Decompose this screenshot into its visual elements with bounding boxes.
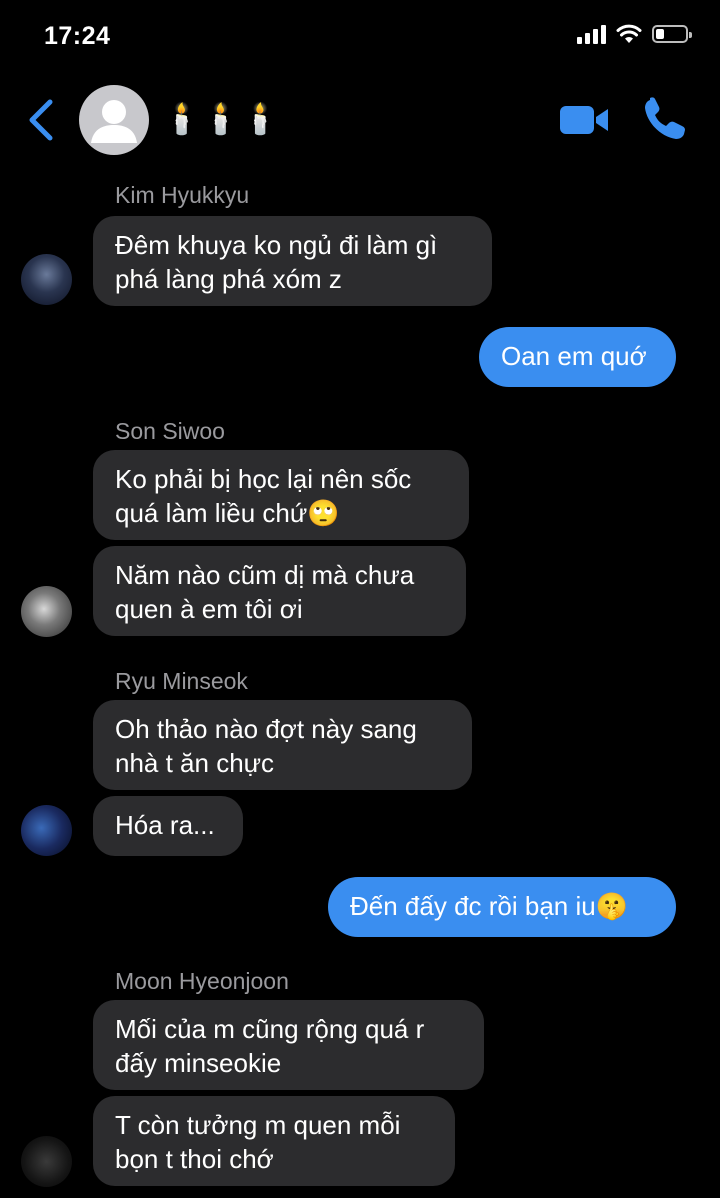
message-bubble[interactable]: Đến đấy đc rồi bạn iu🤫: [328, 877, 676, 937]
battery-icon: [652, 25, 692, 43]
message-line: phá làng phá xóm z: [115, 264, 342, 294]
avatar[interactable]: [21, 586, 72, 637]
wifi-icon: [616, 24, 642, 43]
message-line: Đêm khuya ko ngủ đi làm gì: [115, 230, 438, 260]
message-line: bọn t thoi chớ: [115, 1144, 274, 1174]
chat-header: 🕯️🕯️🕯️: [0, 72, 720, 168]
battery-level: [656, 29, 665, 39]
group-avatar[interactable]: [79, 85, 149, 155]
message-bubble[interactable]: Oan em quớ: [479, 327, 676, 387]
message-line: T còn tưởng m quen mỗi: [115, 1110, 401, 1140]
message-bubble[interactable]: Hóa ra...: [93, 796, 243, 856]
status-icons: [577, 24, 692, 44]
sender-name: Moon Hyeonjoon: [115, 968, 289, 994]
avatar[interactable]: [21, 254, 72, 305]
message-line: Hóa ra...: [115, 810, 215, 840]
avatar[interactable]: [21, 1136, 72, 1187]
sender-name: Ryu Minseok: [115, 668, 248, 694]
message-line: nhà t ăn chực: [115, 748, 275, 778]
signal-icon: [577, 24, 606, 44]
message-line: Oan em quớ: [501, 341, 647, 371]
status-time: 17:24: [44, 22, 111, 50]
avatar[interactable]: [21, 805, 72, 856]
message-bubble[interactable]: Oh thảo nào đợt này sang nhà t ăn chực: [93, 700, 472, 790]
chat-title[interactable]: 🕯️🕯️🕯️: [163, 102, 281, 137]
sender-name: Son Siwoo: [115, 418, 225, 444]
message-line: Đến đấy đc rồi bạn iu🤫: [350, 891, 629, 921]
phone-icon[interactable]: [642, 96, 688, 142]
message-line: Năm nào cũm dị mà chưa: [115, 560, 415, 590]
status-bar: 17:24: [0, 0, 720, 72]
chevron-left-icon[interactable]: [24, 96, 58, 144]
message-line: Mối của m cũng rộng quá r: [115, 1014, 425, 1044]
message-line: quá làm liều chứ🙄: [115, 498, 340, 528]
message-bubble[interactable]: Ko phải bị học lại nên sốc quá làm liều …: [93, 450, 469, 540]
message-line: đấy minseokie: [115, 1048, 282, 1078]
message-line: Oh thảo nào đợt này sang: [115, 714, 417, 744]
message-bubble[interactable]: Năm nào cũm dị mà chưa quen à em tôi ơi: [93, 546, 466, 636]
person-icon: [91, 100, 137, 143]
message-line: Ko phải bị học lại nên sốc: [115, 464, 412, 494]
message-line: quen à em tôi ơi: [115, 594, 303, 624]
message-bubble[interactable]: Đêm khuya ko ngủ đi làm gì phá làng phá …: [93, 216, 492, 306]
video-camera-icon[interactable]: [558, 100, 610, 140]
message-bubble[interactable]: Mối của m cũng rộng quá r đấy minseokie: [93, 1000, 484, 1090]
sender-name: Kim Hyukkyu: [115, 182, 250, 208]
message-bubble[interactable]: T còn tưởng m quen mỗi bọn t thoi chớ: [93, 1096, 455, 1186]
